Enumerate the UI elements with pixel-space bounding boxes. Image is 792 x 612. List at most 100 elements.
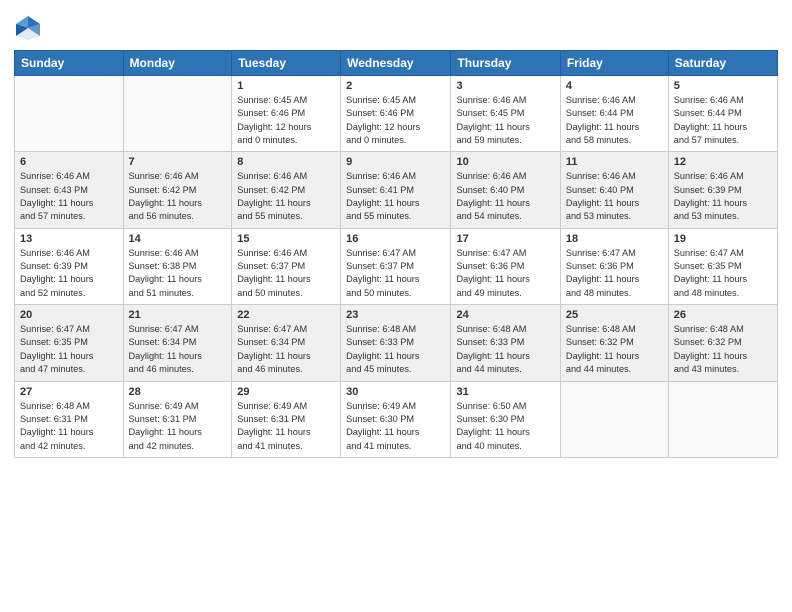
- day-number: 31: [456, 386, 554, 398]
- day-number: 24: [456, 309, 554, 321]
- calendar-header-row: SundayMondayTuesdayWednesdayThursdayFrid…: [15, 51, 778, 76]
- day-number: 22: [237, 309, 335, 321]
- calendar-cell: 23Sunrise: 6:48 AM Sunset: 6:33 PM Dayli…: [341, 305, 451, 381]
- day-number: 27: [20, 386, 118, 398]
- day-number: 8: [237, 156, 335, 168]
- calendar-cell: 31 Sunrise: 6:50 AM Sunset: 6:30 PM Dayli…: [451, 381, 560, 457]
- calendar-cell: 4 Sunrise: 6:46 AM Sunset: 6:44 PM Daylig…: [560, 76, 668, 152]
- calendar-cell: [668, 381, 777, 457]
- day-number: 6: [20, 156, 118, 168]
- day-info: Sunrise: 6:46 AM Sunset: 6:41 PM Dayligh…: [346, 170, 445, 223]
- day-number: 19: [674, 233, 772, 245]
- calendar-cell: 21 Sunrise: 6:47 AM Sunset: 6:34 PM Dayli…: [123, 305, 232, 381]
- day-number: 20: [20, 309, 118, 321]
- calendar-week-2: 6 Sunrise: 6:46 AM Sunset: 6:43 PM Daylig…: [15, 152, 778, 228]
- calendar-cell: [123, 76, 232, 152]
- day-number: 4: [566, 80, 663, 92]
- day-info: Sunrise: 6:48 AM Sunset: 6:32 PM Dayligh…: [674, 323, 772, 376]
- day-number: 18: [566, 233, 663, 245]
- day-info: Sunrise: 6:48 AM Sunset: 6:33 PM Dayligh…: [456, 323, 554, 376]
- header: [14, 10, 778, 42]
- calendar-cell: 26 Sunrise: 6:48 AM Sunset: 6:32 PM Dayli…: [668, 305, 777, 381]
- calendar-cell: 2 Sunrise: 6:45 AM Sunset: 6:46 PM Daylig…: [341, 76, 451, 152]
- calendar-header-thursday: Thursday: [451, 51, 560, 76]
- day-number: 14: [129, 233, 227, 245]
- day-number: 10: [456, 156, 554, 168]
- day-info: Sunrise: 6:50 AM Sunset: 6:30 PM Dayligh…: [456, 400, 554, 453]
- day-info: Sunrise: 6:49 AM Sunset: 6:31 PM Dayligh…: [129, 400, 227, 453]
- calendar-week-1: 1 Sunrise: 6:45 AM Sunset: 6:46 PM Daylig…: [15, 76, 778, 152]
- day-info: Sunrise: 6:47 AM Sunset: 6:37 PM Dayligh…: [346, 247, 445, 300]
- day-info: Sunrise: 6:47 AM Sunset: 6:34 PM Dayligh…: [129, 323, 227, 376]
- day-number: 13: [20, 233, 118, 245]
- day-info: Sunrise: 6:47 AM Sunset: 6:35 PM Dayligh…: [20, 323, 118, 376]
- day-info: Sunrise: 6:46 AM Sunset: 6:38 PM Dayligh…: [129, 247, 227, 300]
- calendar-cell: 14 Sunrise: 6:46 AM Sunset: 6:38 PM Dayli…: [123, 228, 232, 304]
- calendar-cell: 5Sunrise: 6:46 AM Sunset: 6:44 PM Daylig…: [668, 76, 777, 152]
- calendar-header-friday: Friday: [560, 51, 668, 76]
- logo-icon: [14, 14, 42, 42]
- day-info: Sunrise: 6:46 AM Sunset: 6:40 PM Dayligh…: [566, 170, 663, 223]
- day-number: 2: [346, 80, 445, 92]
- calendar-cell: 9 Sunrise: 6:46 AM Sunset: 6:41 PM Daylig…: [341, 152, 451, 228]
- calendar-cell: 25Sunrise: 6:48 AM Sunset: 6:32 PM Dayli…: [560, 305, 668, 381]
- calendar-cell: 18 Sunrise: 6:47 AM Sunset: 6:36 PM Dayli…: [560, 228, 668, 304]
- day-number: 1: [237, 80, 335, 92]
- day-info: Sunrise: 6:47 AM Sunset: 6:36 PM Dayligh…: [566, 247, 663, 300]
- day-number: 9: [346, 156, 445, 168]
- day-number: 30: [346, 386, 445, 398]
- day-info: Sunrise: 6:45 AM Sunset: 6:46 PM Dayligh…: [237, 94, 335, 147]
- calendar-cell: 13 Sunrise: 6:46 AM Sunset: 6:39 PM Dayli…: [15, 228, 124, 304]
- calendar-header-sunday: Sunday: [15, 51, 124, 76]
- day-number: 7: [129, 156, 227, 168]
- day-info: Sunrise: 6:47 AM Sunset: 6:35 PM Dayligh…: [674, 247, 772, 300]
- calendar-header-wednesday: Wednesday: [341, 51, 451, 76]
- day-info: Sunrise: 6:46 AM Sunset: 6:43 PM Dayligh…: [20, 170, 118, 223]
- day-info: Sunrise: 6:48 AM Sunset: 6:32 PM Dayligh…: [566, 323, 663, 376]
- calendar-cell: 28 Sunrise: 6:49 AM Sunset: 6:31 PM Dayli…: [123, 381, 232, 457]
- day-number: 21: [129, 309, 227, 321]
- calendar-cell: 15Sunrise: 6:46 AM Sunset: 6:37 PM Dayli…: [232, 228, 341, 304]
- day-info: Sunrise: 6:46 AM Sunset: 6:42 PM Dayligh…: [129, 170, 227, 223]
- calendar-cell: 29Sunrise: 6:49 AM Sunset: 6:31 PM Dayli…: [232, 381, 341, 457]
- calendar-cell: 8 Sunrise: 6:46 AM Sunset: 6:42 PM Daylig…: [232, 152, 341, 228]
- calendar-cell: 17Sunrise: 6:47 AM Sunset: 6:36 PM Dayli…: [451, 228, 560, 304]
- calendar-cell: 10 Sunrise: 6:46 AM Sunset: 6:40 PM Dayli…: [451, 152, 560, 228]
- calendar-cell: [560, 381, 668, 457]
- day-number: 11: [566, 156, 663, 168]
- calendar-cell: 7 Sunrise: 6:46 AM Sunset: 6:42 PM Daylig…: [123, 152, 232, 228]
- logo: [14, 14, 44, 42]
- day-info: Sunrise: 6:47 AM Sunset: 6:36 PM Dayligh…: [456, 247, 554, 300]
- calendar-cell: 22 Sunrise: 6:47 AM Sunset: 6:34 PM Dayli…: [232, 305, 341, 381]
- day-number: 15: [237, 233, 335, 245]
- day-number: 26: [674, 309, 772, 321]
- day-info: Sunrise: 6:49 AM Sunset: 6:31 PM Dayligh…: [237, 400, 335, 453]
- day-info: Sunrise: 6:48 AM Sunset: 6:33 PM Dayligh…: [346, 323, 445, 376]
- calendar-cell: 27 Sunrise: 6:48 AM Sunset: 6:31 PM Dayli…: [15, 381, 124, 457]
- day-info: Sunrise: 6:46 AM Sunset: 6:40 PM Dayligh…: [456, 170, 554, 223]
- calendar-cell: [15, 76, 124, 152]
- day-number: 16: [346, 233, 445, 245]
- calendar-week-3: 13 Sunrise: 6:46 AM Sunset: 6:39 PM Dayli…: [15, 228, 778, 304]
- day-info: Sunrise: 6:46 AM Sunset: 6:39 PM Dayligh…: [20, 247, 118, 300]
- calendar-cell: 6 Sunrise: 6:46 AM Sunset: 6:43 PM Daylig…: [15, 152, 124, 228]
- calendar-header-monday: Monday: [123, 51, 232, 76]
- day-info: Sunrise: 6:46 AM Sunset: 6:44 PM Dayligh…: [566, 94, 663, 147]
- day-info: Sunrise: 6:46 AM Sunset: 6:39 PM Dayligh…: [674, 170, 772, 223]
- calendar-cell: 1 Sunrise: 6:45 AM Sunset: 6:46 PM Daylig…: [232, 76, 341, 152]
- day-info: Sunrise: 6:48 AM Sunset: 6:31 PM Dayligh…: [20, 400, 118, 453]
- calendar-header-tuesday: Tuesday: [232, 51, 341, 76]
- calendar-cell: 24 Sunrise: 6:48 AM Sunset: 6:33 PM Dayli…: [451, 305, 560, 381]
- calendar-cell: 30Sunrise: 6:49 AM Sunset: 6:30 PM Dayli…: [341, 381, 451, 457]
- calendar-week-4: 20 Sunrise: 6:47 AM Sunset: 6:35 PM Dayli…: [15, 305, 778, 381]
- day-number: 3: [456, 80, 554, 92]
- calendar-week-5: 27 Sunrise: 6:48 AM Sunset: 6:31 PM Dayli…: [15, 381, 778, 457]
- day-info: Sunrise: 6:47 AM Sunset: 6:34 PM Dayligh…: [237, 323, 335, 376]
- day-info: Sunrise: 6:46 AM Sunset: 6:42 PM Dayligh…: [237, 170, 335, 223]
- day-info: Sunrise: 6:45 AM Sunset: 6:46 PM Dayligh…: [346, 94, 445, 147]
- day-number: 28: [129, 386, 227, 398]
- calendar-cell: 19 Sunrise: 6:47 AM Sunset: 6:35 PM Dayli…: [668, 228, 777, 304]
- page: SundayMondayTuesdayWednesdayThursdayFrid…: [0, 0, 792, 612]
- day-number: 12: [674, 156, 772, 168]
- calendar-cell: 16 Sunrise: 6:47 AM Sunset: 6:37 PM Dayli…: [341, 228, 451, 304]
